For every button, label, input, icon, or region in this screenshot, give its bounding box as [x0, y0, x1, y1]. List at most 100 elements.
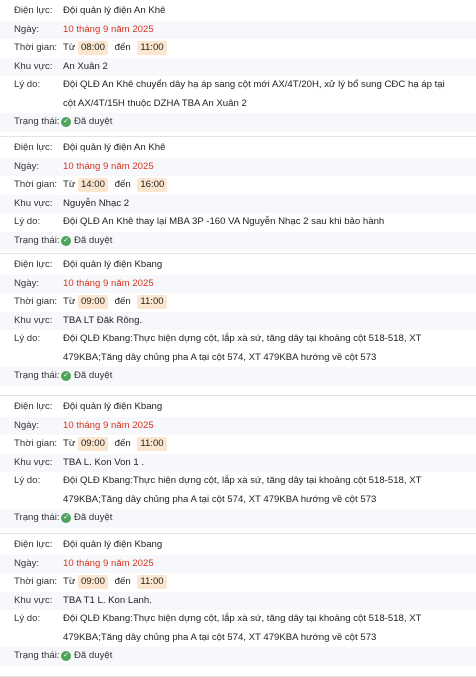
status-badge: ✓ Đã duyệt — [61, 647, 476, 666]
unit-row: Điện lực: Đội quản lý điện An Khê — [0, 139, 476, 158]
time-value: Từ 09:00 đến 11:00 — [63, 573, 476, 592]
reason-value: Đội QLĐ Kbang:Thực hiện dựng cột, lắp xà… — [63, 333, 422, 363]
area-row: Khu vực: TBA LT Đăk Rông. — [0, 311, 476, 330]
time-row: Thời gian: Từ 09:00 đến 11:00 — [0, 573, 476, 592]
check-circle-icon: ✓ — [61, 371, 71, 382]
status-badge: ✓ Đã duyệt — [61, 509, 476, 528]
reason-row: Lý do: Đội QLĐ Kbang:Thực hiện dựng cột,… — [0, 610, 476, 647]
reason-row: Lý do: Đội QLĐ An Khê chuyển dây hạ áp s… — [0, 76, 476, 113]
time-label: Thời gian: — [14, 576, 58, 587]
date-value: 10 tháng 9 năm 2025 — [63, 160, 154, 172]
unit-value: Đội quản lý điện Kbang — [63, 539, 163, 550]
reason-label: Lý do: — [14, 79, 41, 90]
date-row: Ngày: 10 tháng 9 năm 2025 — [0, 416, 476, 435]
check-circle-icon: ✓ — [61, 235, 71, 246]
status-text: Đã duyệt — [74, 512, 113, 523]
outage-card[interactable]: Điện lực: Đội quản lý điện An Khê Ngày: … — [0, 0, 476, 137]
status-row: Trạng thái: ✓ Đã duyệt — [0, 509, 476, 528]
reason-value: Đội QLĐ An Khê chuyển dây hạ áp sang cột… — [63, 79, 445, 109]
unit-label: Điện lực: — [14, 401, 53, 412]
time-row: Thời gian: Từ 08:00 đến 11:00 — [0, 39, 476, 58]
unit-label: Điện lực: — [14, 259, 53, 270]
area-value: TBA LT Đăk Rông. — [63, 314, 143, 326]
status-label: Trạng thái: — [14, 650, 60, 661]
status-badge: ✓ Đã duyệt — [61, 113, 476, 132]
area-label: Khu vực: — [14, 60, 53, 72]
date-value: 10 tháng 9 năm 2025 — [63, 557, 154, 569]
area-value: An Xuân 2 — [63, 60, 108, 72]
time-row: Thời gian: Từ 09:00 đến 11:00 — [0, 435, 476, 454]
outage-card[interactable]: Điện lực: Đội quản lý điện An Khê Ngày: … — [0, 137, 476, 254]
end-time-chip: 11:00 — [137, 41, 167, 55]
reason-label: Lý do: — [14, 333, 41, 344]
area-value: TBA T1 L. Kon Lanh. — [63, 594, 152, 606]
status-label: Trạng thái: — [14, 512, 60, 523]
from-text: Từ — [63, 296, 76, 307]
start-time-chip: 09:00 — [77, 575, 108, 589]
to-text: đến — [114, 179, 131, 190]
date-value: 10 tháng 9 năm 2025 — [63, 23, 154, 35]
unit-row: Điện lực: Đội quản lý điện Kbang — [0, 398, 476, 417]
reason-row: Lý do: Đội QLĐ An Khê thay lại MBA 3P -1… — [0, 213, 476, 232]
time-row: Thời gian: Từ 14:00 đến 16:00 — [0, 176, 476, 195]
area-label: Khu vực: — [14, 456, 53, 468]
status-row: Trạng thái: ✓ Đã duyệt — [0, 647, 476, 666]
time-row: Thời gian: Từ 09:00 đến 11:00 — [0, 293, 476, 312]
unit-label: Điện lực: — [14, 5, 53, 16]
status-label: Trạng thái: — [14, 234, 60, 246]
time-label: Thời gian: — [14, 438, 58, 449]
outage-card[interactable]: Điện lực: Đội quản lý điện Kbang Ngày: 1… — [0, 534, 476, 677]
date-label: Ngày: — [14, 419, 40, 431]
reason-label: Lý do: — [14, 475, 41, 486]
start-time-chip: 09:00 — [77, 437, 108, 451]
reason-label: Lý do: — [14, 216, 41, 227]
time-label: Thời gian: — [14, 179, 58, 190]
to-text: đến — [114, 296, 131, 307]
status-label: Trạng thái: — [14, 116, 60, 127]
date-row: Ngày: 10 tháng 9 năm 2025 — [0, 554, 476, 573]
unit-value: Đội quản lý điện Kbang — [63, 401, 163, 412]
unit-value: Đội quản lý điện Kbang — [63, 259, 163, 270]
date-label: Ngày: — [14, 23, 40, 35]
reason-row: Lý do: Đội QLĐ Kbang:Thực hiện dựng cột,… — [0, 330, 476, 367]
unit-label: Điện lực: — [14, 142, 53, 153]
to-text: đến — [114, 438, 131, 449]
unit-row: Điện lực: Đội quản lý điện Kbang — [0, 256, 476, 275]
to-text: đến — [114, 42, 131, 53]
outage-card[interactable]: Điện lực: Đội quản lý điện Kbang Ngày: 1… — [0, 396, 476, 534]
time-label: Thời gian: — [14, 296, 58, 307]
from-text: Từ — [63, 179, 76, 190]
reason-value: Đội QLĐ Kbang:Thực hiện dựng cột, lắp xà… — [63, 475, 422, 505]
reason-value: Đội QLĐ Kbang:Thực hiện dựng cột, lắp xà… — [63, 613, 422, 643]
date-label: Ngày: — [14, 277, 40, 289]
time-value: Từ 14:00 đến 16:00 — [63, 176, 476, 195]
area-row: Khu vực: TBA L. Kon Von 1 . — [0, 453, 476, 472]
area-row: Khu vực: An Xuân 2 — [0, 57, 476, 76]
start-time-chip: 14:00 — [77, 178, 108, 192]
unit-value: Đội quản lý điện An Khê — [63, 142, 166, 153]
end-time-chip: 16:00 — [137, 178, 168, 192]
status-text: Đã duyệt — [74, 650, 113, 661]
start-time-chip: 08:00 — [77, 41, 108, 55]
status-label: Trạng thái: — [14, 370, 60, 381]
area-label: Khu vực: — [14, 594, 53, 606]
area-row: Khu vực: Nguyễn Nhạc 2 — [0, 194, 476, 213]
outage-card[interactable]: Điện lực: Đội quản lý điện Kbang Ngày: 1… — [0, 254, 476, 396]
area-row: Khu vực: TBA T1 L. Kon Lanh. — [0, 591, 476, 610]
end-time-chip: 11:00 — [137, 575, 167, 589]
status-badge: ✓ Đã duyệt — [61, 232, 476, 251]
outage-schedule-list: Điện lực: Đội quản lý điện An Khê Ngày: … — [0, 0, 476, 677]
status-badge: ✓ Đã duyệt — [61, 367, 476, 386]
unit-value: Đội quản lý điện An Khê — [63, 5, 166, 16]
reason-row: Lý do: Đội QLĐ Kbang:Thực hiện dựng cột,… — [0, 472, 476, 509]
to-text: đến — [114, 576, 131, 587]
end-time-chip: 11:00 — [137, 295, 167, 309]
end-time-chip: 11:00 — [137, 437, 167, 451]
time-value: Từ 09:00 đến 11:00 — [63, 435, 476, 454]
date-row: Ngày: 10 tháng 9 năm 2025 — [0, 274, 476, 293]
status-row: Trạng thái: ✓ Đã duyệt — [0, 231, 476, 251]
date-value: 10 tháng 9 năm 2025 — [63, 277, 154, 289]
status-text: Đã duyệt — [74, 370, 113, 381]
date-row: Ngày: 10 tháng 9 năm 2025 — [0, 157, 476, 176]
date-row: Ngày: 10 tháng 9 năm 2025 — [0, 20, 476, 39]
